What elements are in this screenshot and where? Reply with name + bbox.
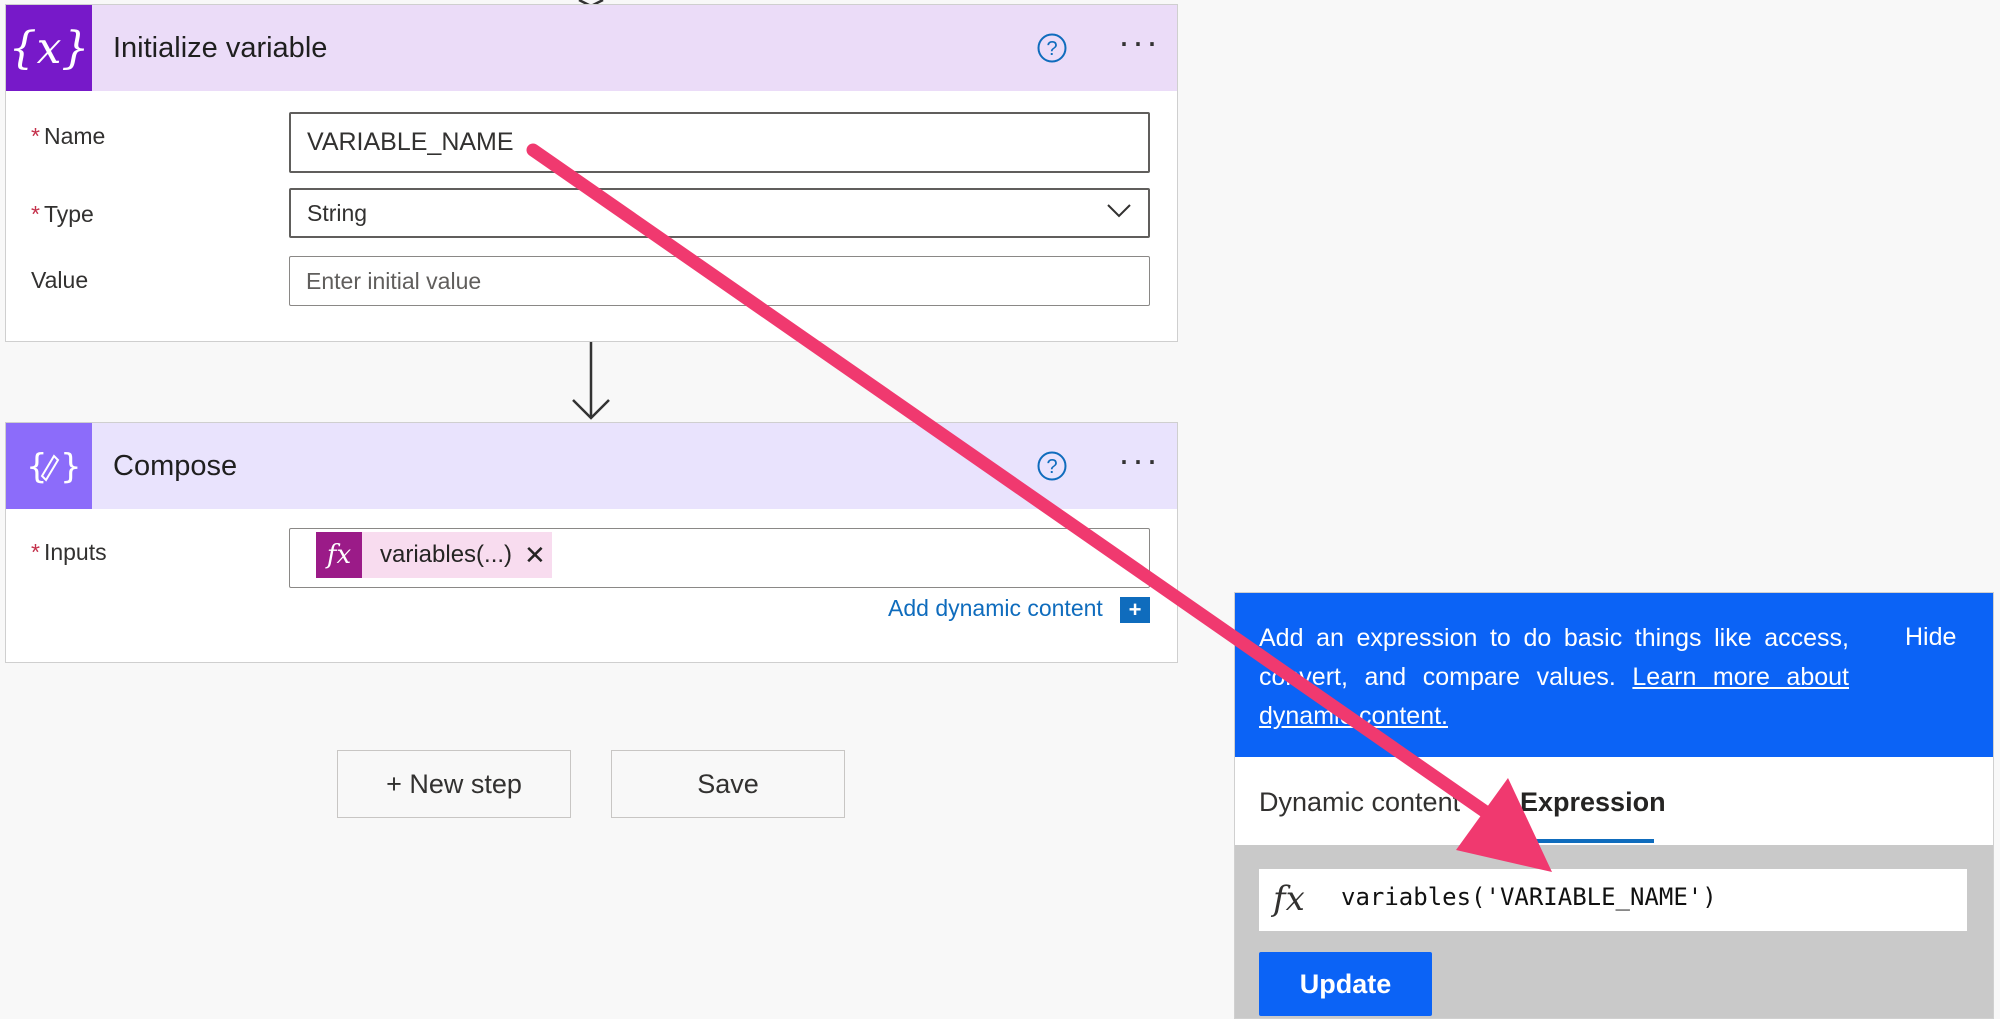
inputs-label: * Inputs	[31, 539, 107, 565]
variable-icon: {x}	[6, 5, 92, 91]
tab-dynamic-content[interactable]: Dynamic content	[1259, 787, 1460, 818]
compose-title: Compose	[113, 450, 238, 482]
expression-token[interactable]: fx variables(...) ✕	[316, 532, 552, 578]
panel-info-banner: Add an expression to do basic things lik…	[1235, 593, 1993, 757]
tab-expression[interactable]: Expression	[1520, 787, 1666, 818]
value-input-placeholder: Enter initial value	[306, 267, 482, 294]
hide-button[interactable]: Hide	[1905, 623, 1956, 652]
inputs-field[interactable]: fx variables(...) ✕	[289, 528, 1150, 588]
help-icon[interactable]: ?	[1036, 32, 1068, 64]
expression-panel: Add an expression to do basic things lik…	[1234, 592, 1994, 1019]
save-button[interactable]: Save	[611, 750, 845, 818]
add-dynamic-content-link[interactable]: Add dynamic content	[888, 595, 1103, 622]
value-input[interactable]: Enter initial value	[289, 256, 1150, 306]
name-input[interactable]: VARIABLE_NAME	[289, 112, 1150, 173]
expression-input-value: variables('VARIABLE_NAME')	[1341, 883, 1717, 911]
svg-text:{x}: {x}	[14, 23, 84, 74]
type-select[interactable]: String	[289, 188, 1150, 238]
initialize-variable-header[interactable]: {x} Initialize variable ? ···	[6, 5, 1177, 91]
svg-text:?: ?	[1046, 456, 1057, 478]
panel-description: Add an expression to do basic things lik…	[1259, 624, 1849, 730]
expression-token-label: variables(...)	[380, 541, 513, 568]
compose-icon: { }	[6, 423, 92, 509]
add-dynamic-content-plus-icon[interactable]: +	[1120, 597, 1150, 623]
svg-text:?: ?	[1046, 38, 1057, 60]
svg-text:{: {	[26, 447, 48, 487]
name-label: * Name	[31, 123, 106, 149]
more-options-icon[interactable]: ···	[1114, 442, 1164, 485]
chevron-down-icon	[1107, 204, 1131, 218]
fx-icon: fx	[1273, 879, 1305, 919]
new-step-button[interactable]: + New step	[337, 750, 571, 818]
name-input-value: VARIABLE_NAME	[307, 128, 514, 156]
active-tab-indicator	[1516, 839, 1654, 843]
initialize-variable-card: {x} Initialize variable ? ··· *Name VARI…	[5, 4, 1178, 342]
more-options-icon[interactable]: ···	[1114, 24, 1164, 67]
help-icon[interactable]: ?	[1036, 450, 1068, 482]
fx-icon: fx	[316, 532, 362, 578]
expression-editor-area: fx variables('VARIABLE_NAME') Update	[1235, 845, 1993, 1018]
initialize-variable-title: Initialize variable	[113, 32, 328, 64]
compose-card: { } Compose ? ··· * Inputs fx variables(.…	[5, 422, 1178, 663]
expression-input[interactable]: fx variables('VARIABLE_NAME')	[1259, 869, 1967, 931]
compose-header[interactable]: { } Compose ? ···	[6, 423, 1177, 509]
type-label: * Type	[31, 201, 94, 227]
value-label: Value	[31, 267, 89, 293]
type-select-value: String	[307, 199, 368, 226]
close-icon[interactable]: ✕	[524, 540, 546, 571]
svg-text:}: }	[60, 447, 82, 487]
update-button[interactable]: Update	[1259, 952, 1432, 1016]
step-connector-arrow	[572, 342, 610, 420]
